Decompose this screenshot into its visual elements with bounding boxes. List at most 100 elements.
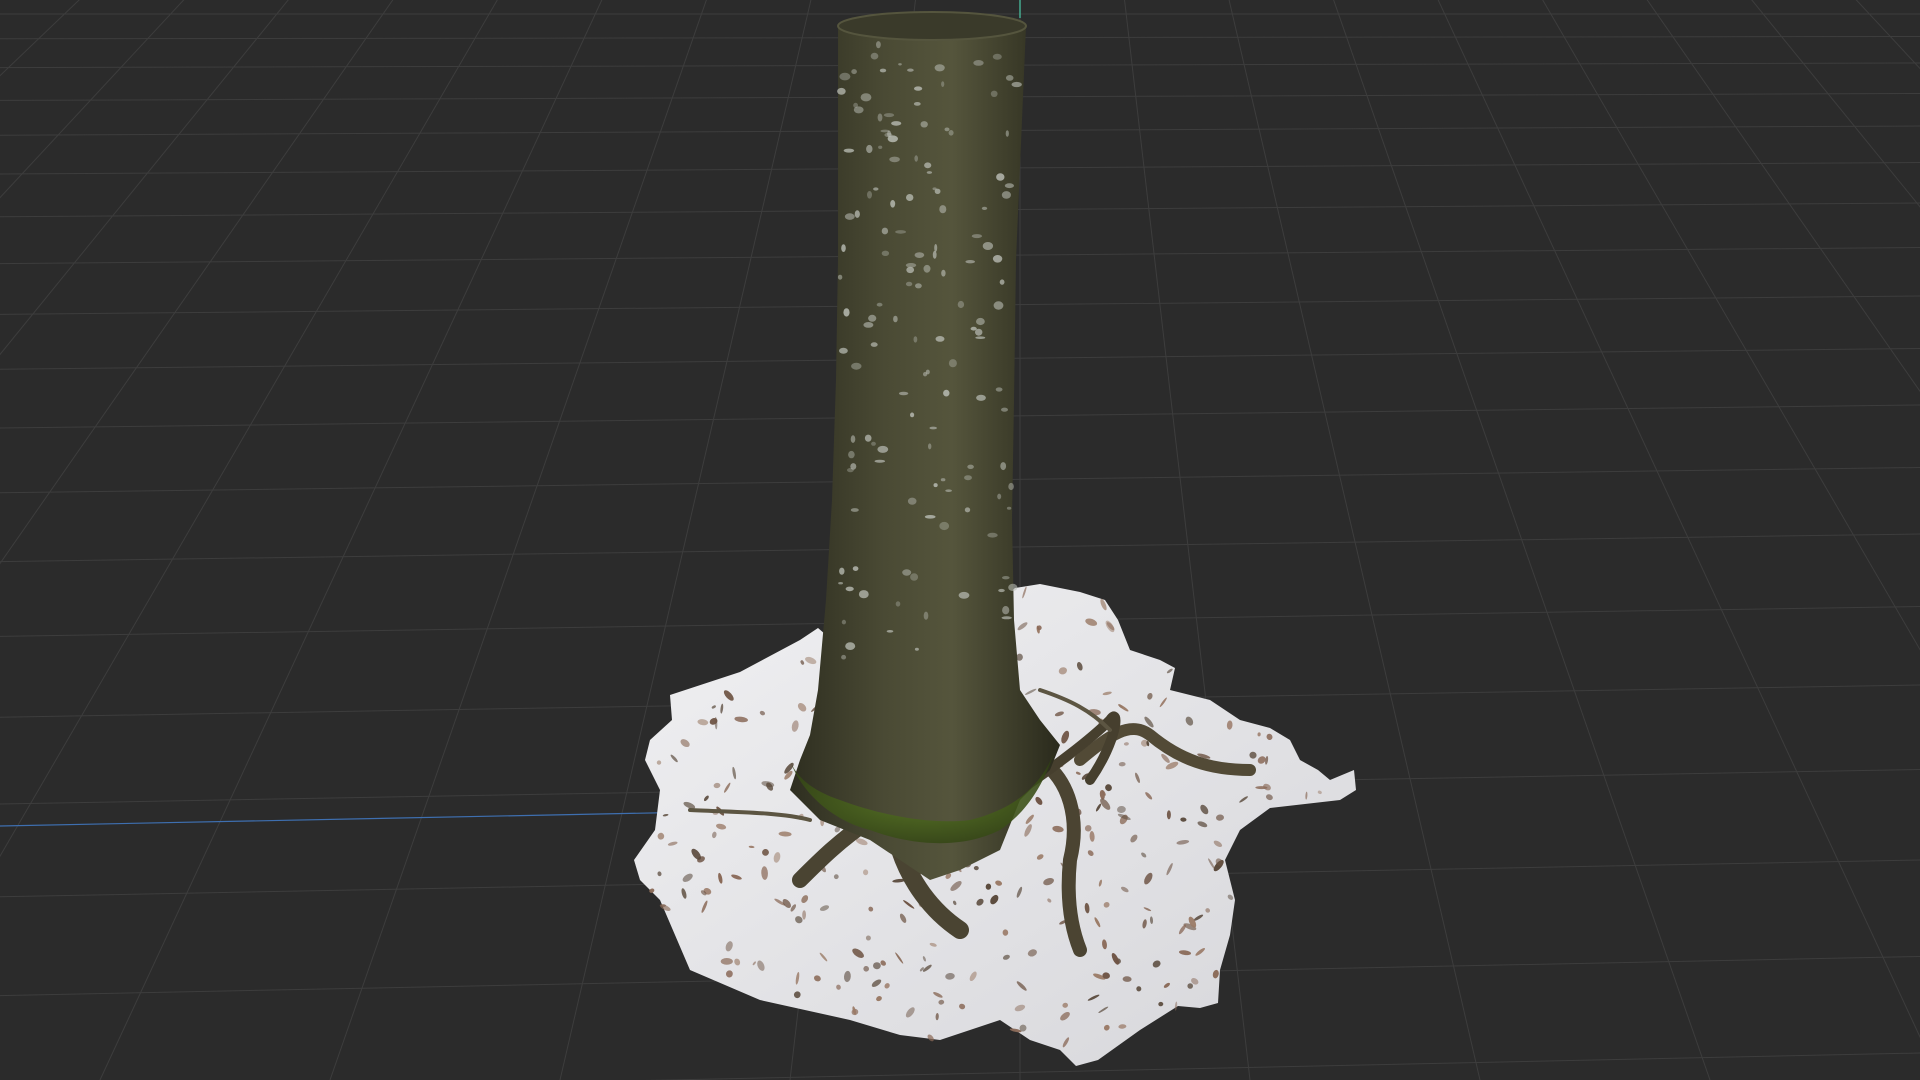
lichen-spot-73 <box>878 145 883 149</box>
lichen-spot-83 <box>902 569 912 576</box>
lichen-spot-6 <box>914 155 918 162</box>
lichen-spot-42 <box>850 435 856 443</box>
lichen-spot-16 <box>1005 75 1014 81</box>
lichen-spot-72 <box>971 234 983 239</box>
lichen-spot-38 <box>845 642 856 650</box>
lichen-spot-134 <box>929 426 937 430</box>
lichen-spot-103 <box>868 314 877 322</box>
lichen-spot-76 <box>948 359 957 368</box>
lichen-spot-109 <box>992 53 1002 60</box>
lichen-spot-53 <box>998 588 1005 593</box>
lichen-spot-5 <box>839 347 848 354</box>
lichen-spot-119 <box>893 315 898 323</box>
lichen-spot-99 <box>973 60 984 66</box>
lichen-spot-69 <box>847 468 854 473</box>
leaf-fleck-238 <box>1166 810 1171 820</box>
lichen-spot-67 <box>876 41 881 49</box>
lichen-spot-97 <box>851 362 862 370</box>
lichen-spot-52 <box>895 230 907 234</box>
lichen-spot-121 <box>839 567 845 575</box>
lichen-spot-130 <box>1001 407 1008 412</box>
lichen-spot-126 <box>932 187 937 191</box>
lichen-spot-58 <box>877 445 889 453</box>
lichen-spot-36 <box>934 244 938 252</box>
3d-viewport[interactable] <box>0 0 1920 1080</box>
lichen-spot-111 <box>932 250 937 259</box>
lichen-spot-44 <box>1002 606 1010 615</box>
lichen-spot-48 <box>964 507 971 513</box>
grid-line-v-4 <box>0 0 54 1080</box>
lichen-spot-21 <box>915 283 922 289</box>
lichen-spot-116 <box>867 191 872 199</box>
lichen-spot-75 <box>838 582 843 585</box>
viewport-canvas[interactable] <box>0 0 1920 1080</box>
lichen-spot-124 <box>923 264 931 273</box>
lichen-spot-22 <box>992 254 1003 263</box>
grid-line-v-16 <box>1228 0 1481 1080</box>
lichen-spot-136 <box>877 113 883 122</box>
lichen-spot-46 <box>853 102 858 108</box>
lichen-spot-29 <box>843 308 850 317</box>
grid-line-v-19 <box>1542 0 1920 651</box>
lichen-spot-131 <box>845 586 854 592</box>
lichen-spot-59 <box>976 317 985 326</box>
lichen-spot-106 <box>907 497 917 505</box>
lichen-spot-12 <box>939 205 947 214</box>
lichen-spot-74 <box>879 68 887 73</box>
lichen-spot-62 <box>895 601 901 607</box>
lichen-spot-113 <box>990 90 998 98</box>
lichen-spot-80 <box>905 281 913 287</box>
lichen-spot-92 <box>923 611 929 620</box>
lichen-spot-94 <box>844 213 855 220</box>
lichen-spot-122 <box>852 566 859 571</box>
grid-line-v-9 <box>0 0 498 858</box>
lichen-spot-61 <box>864 434 872 442</box>
lichen-spot-114 <box>1005 130 1009 137</box>
lichen-spot-81 <box>944 127 950 132</box>
lichen-spot-133 <box>910 412 915 418</box>
lichen-spot-84 <box>1002 576 1010 580</box>
lichen-spot-132 <box>906 266 915 274</box>
lichen-spot-64 <box>941 269 946 277</box>
lichen-spot-88 <box>898 391 909 396</box>
lichen-spot-11 <box>935 336 945 342</box>
lichen-spot-57 <box>837 274 843 280</box>
lichen-spot-25 <box>1011 81 1022 88</box>
lichen-spot-125 <box>939 521 950 531</box>
lichen-spot-110 <box>941 81 945 87</box>
lichen-spot-104 <box>881 227 889 235</box>
lichen-spot-9 <box>967 464 974 469</box>
lichen-spot-19 <box>926 171 933 174</box>
lichen-spot-139 <box>981 206 988 210</box>
lichen-spot-8 <box>924 162 932 169</box>
lichen-spot-107 <box>945 489 952 493</box>
lichen-spot-108 <box>913 102 921 106</box>
lichen-spot-70 <box>943 389 950 397</box>
lichen-spot-32 <box>906 194 914 201</box>
lichen-spot-33 <box>863 322 874 328</box>
lichen-spot-89 <box>948 130 954 136</box>
lichen-spot-112 <box>874 459 886 463</box>
lichen-spot-45 <box>860 93 872 102</box>
lichen-spot-127 <box>933 483 938 488</box>
leaf-fleck-246 <box>720 958 733 965</box>
lichen-spot-91 <box>914 647 919 651</box>
lichen-spot-26 <box>910 573 919 581</box>
lichen-spot-63 <box>851 69 857 75</box>
lichen-spot-18 <box>987 532 998 538</box>
lichen-spot-77 <box>914 252 925 258</box>
lichen-spot-66 <box>841 619 847 625</box>
grid-line-v-7 <box>0 0 289 356</box>
lichen-spot-1 <box>976 394 986 401</box>
lichen-spot-7 <box>997 493 1002 500</box>
lichen-spot-86 <box>1004 183 1015 189</box>
lichen-spot-56 <box>1008 482 1014 491</box>
grid-line-h-18 <box>644 1052 1920 1080</box>
lichen-spot-71 <box>871 441 876 446</box>
lichen-spot-47 <box>996 173 1005 181</box>
lichen-spot-17 <box>957 300 965 309</box>
lichen-spot-117 <box>965 260 975 264</box>
trunk-top-opening <box>837 11 1027 41</box>
lichen-spot-55 <box>940 478 946 482</box>
lichen-spot-138 <box>1001 616 1012 620</box>
